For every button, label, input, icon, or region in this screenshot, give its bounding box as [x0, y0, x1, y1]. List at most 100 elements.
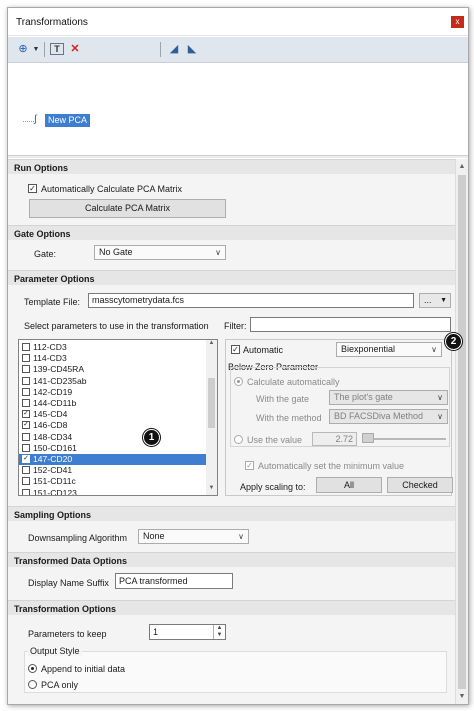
use-value-radio[interactable]: [234, 435, 243, 444]
add-icon[interactable]: ⊕: [16, 42, 30, 57]
run-options-header: Run Options: [8, 159, 455, 174]
splitter[interactable]: [8, 155, 468, 158]
template-file-input[interactable]: masscytometrydata.fcs: [88, 293, 414, 308]
filter-input[interactable]: [250, 317, 451, 332]
calc-automatically-radio[interactable]: [234, 377, 243, 386]
append-radio[interactable]: [28, 664, 37, 673]
with-gate-label: With the gate: [256, 394, 310, 404]
parameter-checkbox[interactable]: [22, 477, 30, 486]
scroll-down-icon[interactable]: ▼: [456, 691, 468, 703]
parameter-checkbox[interactable]: [22, 399, 30, 407]
gate-method-dropdown[interactable]: The plot's gate ∨: [329, 390, 448, 405]
apply-scaling-label: Apply scaling to:: [240, 482, 306, 492]
gate-dropdown[interactable]: No Gate ∨: [94, 245, 226, 260]
parameter-label: 112-CD3: [33, 342, 67, 352]
parameter-list-item[interactable]: ✓ 147-CD20: [19, 454, 206, 465]
scroll-up-icon[interactable]: ▲: [206, 340, 217, 350]
parameter-list-item[interactable]: 151-CD11c: [19, 476, 206, 487]
parameter-checkbox[interactable]: [22, 466, 30, 475]
parameter-list-scrollbar[interactable]: ▲ ▼: [206, 340, 217, 495]
rename-icon[interactable]: T: [50, 43, 64, 55]
params-keep-spinner[interactable]: ▲ ▼: [213, 625, 225, 639]
options-scrollbar[interactable]: ▲ ▼: [455, 159, 468, 704]
parameter-options-header: Parameter Options: [8, 270, 455, 285]
parameter-list-item[interactable]: 139-CD45RA: [19, 364, 206, 375]
filter-label: Filter:: [224, 321, 247, 331]
parameter-list-item[interactable]: 148-CD34: [19, 432, 206, 443]
with-method-value: BD FACSDiva Method: [334, 411, 424, 421]
chevron-down-icon: ∨: [215, 248, 221, 257]
transformation-options-header: Transformation Options: [8, 600, 455, 615]
scale-type-dropdown[interactable]: Biexponential ∨: [336, 342, 442, 357]
calculate-pca-button[interactable]: Calculate PCA Matrix: [29, 199, 226, 218]
callout-1: 1: [143, 429, 160, 446]
append-label: Append to initial data: [41, 664, 126, 674]
chevron-down-icon: ∨: [437, 393, 443, 402]
auto-calc-checkbox[interactable]: ✓: [28, 184, 37, 193]
scale-type-value: Biexponential: [341, 344, 396, 354]
parameter-checkbox[interactable]: ✓: [22, 421, 30, 430]
chevron-down-icon: ∨: [431, 345, 437, 354]
sampling-options-header: Sampling Options: [8, 506, 455, 521]
gate-options-header: Gate Options: [8, 225, 455, 240]
parameter-checkbox[interactable]: [22, 443, 30, 452]
export-icon[interactable]: ◣: [184, 42, 200, 57]
parameter-list-item[interactable]: 151-CD123: [19, 487, 206, 496]
parameter-checkbox[interactable]: [22, 488, 30, 495]
transformed-data-header: Transformed Data Options: [8, 552, 455, 567]
parameter-checkbox[interactable]: [22, 354, 30, 363]
params-keep-input[interactable]: 1 ▲ ▼: [149, 624, 226, 640]
parameter-checkbox[interactable]: [22, 432, 30, 441]
parameter-list-item[interactable]: 150-CD161: [19, 443, 206, 454]
scroll-up-icon[interactable]: ▲: [456, 161, 468, 173]
tree-item-new-pca[interactable]: New PCA: [45, 114, 91, 127]
parameter-list-item[interactable]: 142-CD19: [19, 387, 206, 398]
use-value-input[interactable]: 2.72: [312, 432, 357, 446]
parameter-list-item[interactable]: 114-CD3: [19, 353, 206, 364]
automatic-scaling-checkbox[interactable]: ✓: [231, 345, 240, 354]
apply-all-button[interactable]: All: [316, 477, 382, 493]
parameter-checkbox[interactable]: [22, 376, 30, 385]
parameter-checkbox[interactable]: ✓: [22, 410, 30, 419]
scroll-down-icon[interactable]: ▼: [206, 485, 217, 495]
auto-min-checkbox[interactable]: ✓: [245, 461, 254, 470]
window-title: Transformations: [16, 17, 88, 28]
parameter-list-item[interactable]: 112-CD3: [19, 342, 206, 353]
value-slider-track[interactable]: [364, 438, 446, 440]
apply-checked-button[interactable]: Checked: [387, 477, 453, 493]
parameter-label: 141-CD235ab: [33, 375, 87, 386]
downsampling-dropdown[interactable]: None ∨: [138, 529, 249, 544]
pca-only-radio[interactable]: [28, 680, 37, 689]
chevron-down-icon[interactable]: ▼: [32, 42, 40, 57]
parameter-checkbox[interactable]: [22, 343, 30, 351]
parameter-checkbox[interactable]: ✓: [22, 455, 30, 463]
close-button[interactable]: x: [451, 16, 464, 28]
browse-template-button[interactable]: ... ▼: [419, 293, 451, 308]
parameter-checkbox[interactable]: [22, 365, 30, 374]
delete-icon[interactable]: ✕: [68, 42, 82, 57]
parameter-label: 151-CD123: [33, 487, 77, 496]
transformations-window: Transformations x ⊕ ▼ T ✕ ◢ ◣ ∫ New PCA …: [7, 7, 469, 705]
value-slider-thumb[interactable]: [362, 433, 374, 443]
method-dropdown[interactable]: BD FACSDiva Method ∨: [329, 409, 448, 424]
parameter-list-item[interactable]: 144-CD11b: [19, 398, 206, 409]
parameter-label: 147-CD20: [33, 454, 73, 464]
parameter-list-item[interactable]: 152-CD41: [19, 465, 206, 476]
parameter-checkbox[interactable]: [22, 387, 30, 396]
title-bar: Transformations x: [8, 8, 468, 36]
parameter-list-item[interactable]: 141-CD235ab: [19, 376, 206, 387]
options-scroll-thumb[interactable]: [458, 175, 466, 689]
params-keep-value: 1: [153, 627, 159, 637]
display-suffix-label: Display Name Suffix: [28, 578, 109, 588]
parameter-label: 151-CD11c: [33, 476, 76, 487]
parameter-list-item[interactable]: ✓ 145-CD4: [19, 409, 206, 420]
spin-up-icon[interactable]: ▲: [214, 625, 225, 632]
spin-down-icon[interactable]: ▼: [214, 632, 225, 639]
auto-min-label: Automatically set the minimum value: [258, 461, 405, 471]
display-suffix-input[interactable]: PCA transformed: [115, 573, 233, 589]
parameter-list-item[interactable]: ✓ 146-CD8: [19, 420, 206, 431]
import-icon[interactable]: ◢: [166, 42, 182, 57]
parameter-list-scroll-thumb[interactable]: [208, 378, 215, 428]
use-value-label: Use the value: [247, 435, 303, 445]
parameter-list[interactable]: 112-CD3 114-CD3 139-CD45RA 141-CD235ab 142-C…: [18, 339, 218, 496]
